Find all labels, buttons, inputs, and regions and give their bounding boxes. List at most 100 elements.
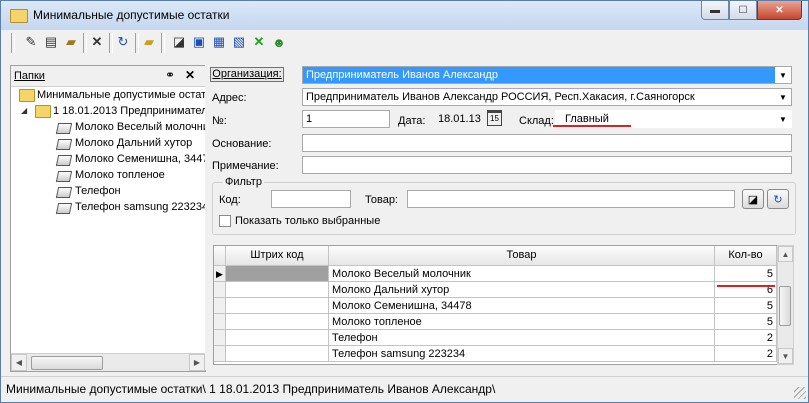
folders-title: Папки [14, 70, 45, 82]
minimize-button[interactable]: ▬ [701, 1, 729, 20]
status-bar: Минимальные допустимые остатки\ 1 18.01.… [1, 376, 808, 401]
scroll-up-icon[interactable]: ▲ [778, 246, 793, 262]
folders-panel: Папки ⚭ ✕ Минимальные допустимые остатки… [10, 65, 206, 372]
grid-cell-barcode[interactable] [226, 266, 329, 282]
product-icon [55, 187, 73, 198]
folders-tree: Минимальные допустимые остатки ◢ 1 18.01.2… [11, 88, 205, 348]
scroll-thumb[interactable] [31, 356, 103, 370]
note-input[interactable] [302, 156, 792, 174]
toolbar-separator [83, 33, 87, 53]
number-input[interactable]: 1 [302, 110, 390, 128]
row-indicator [214, 298, 226, 314]
date-value[interactable]: 18.01.13 [438, 113, 481, 125]
grid-cell-product[interactable]: Молоко топленое [329, 314, 715, 330]
grid-header-qty[interactable]: Кол-во [715, 246, 777, 266]
eraser-icon[interactable]: ◪ [171, 34, 187, 50]
copy-tree-icon[interactable]: ▣ [191, 34, 207, 50]
grid-cell-qty[interactable]: 5 [715, 298, 777, 314]
folder-icon [10, 9, 28, 23]
grid-cell-product[interactable]: Телефон samsung 223234 [329, 346, 715, 362]
refresh-icon[interactable]: ↻ [115, 34, 131, 50]
folders-header: Папки ⚭ ✕ [11, 66, 205, 87]
mark-icon[interactable]: ✕ [251, 34, 267, 50]
main-window: Минимальные допустимые остатки ▬ ☐ ✕ ✎ ▤… [0, 0, 809, 403]
move-icon[interactable]: ▦ [211, 34, 227, 50]
grid-cell-product[interactable]: Молоко Семенишна, 34478 [329, 298, 715, 314]
product-icon [55, 171, 73, 182]
folder-icon [19, 89, 35, 102]
apply-filter-button[interactable]: ↻ [767, 189, 789, 209]
chevron-down-icon[interactable]: ▼ [775, 89, 791, 105]
toolbar: ✎ ▤ ▰ ✕ ↻ ▰ ◪ ▣ ▦ ▧ ✕ ☻ [9, 31, 799, 57]
folder-icon[interactable]: ▰ [141, 34, 157, 50]
grid-cell-product[interactable]: Молоко Веселый молочник [329, 266, 715, 282]
grid-cell-barcode[interactable] [226, 346, 329, 362]
row-indicator [214, 282, 226, 298]
paste-icon[interactable]: ▧ [231, 34, 247, 50]
basis-input[interactable] [302, 134, 792, 152]
calendar-icon[interactable]: 15 [487, 110, 502, 126]
grid-cell-product[interactable]: Молоко Дальний хутор [329, 282, 715, 298]
date-label: Дата: [398, 115, 426, 127]
person-icon[interactable]: ☻ [271, 34, 287, 50]
delete-icon[interactable]: ✕ [89, 34, 105, 50]
grid-header-barcode[interactable]: Штрих код [226, 246, 329, 266]
tree-item-label: Молоко Веселый молочник [75, 121, 205, 133]
document-icon[interactable]: ▤ [43, 34, 59, 50]
filter-legend: Фильтр [223, 176, 264, 188]
organization-combo[interactable]: Предприниматель Иванов Александр ▼ [302, 66, 792, 84]
filter-code-input[interactable] [271, 190, 351, 208]
panel-splitter[interactable] [205, 65, 209, 370]
grid-header-product[interactable]: Товар [329, 246, 715, 266]
grid-cell-qty[interactable]: 5 [715, 266, 777, 282]
tree-item-label: Молоко топленое [75, 169, 165, 181]
grid-cell-qty[interactable]: 5 [715, 314, 777, 330]
row-indicator [214, 330, 226, 346]
binoculars-icon[interactable]: ⚭ [165, 68, 175, 82]
horizontal-scrollbar[interactable]: ◀ ▶ [11, 353, 205, 371]
chevron-down-icon[interactable]: ▼ [775, 67, 791, 83]
title-bar[interactable]: Минимальные допустимые остатки ▬ ☐ ✕ [1, 1, 808, 30]
show-selected-checkbox[interactable] [219, 215, 231, 227]
filter-product-input[interactable] [407, 190, 735, 208]
address-value: Предприниматель Иванов Александр РОССИЯ,… [306, 91, 695, 103]
resize-grip[interactable] [794, 387, 806, 399]
maximize-button[interactable]: ☐ [729, 1, 757, 20]
scroll-down-icon[interactable]: ▼ [778, 348, 793, 364]
organization-button[interactable]: Организация: [210, 67, 284, 82]
open-folder-icon[interactable]: ▰ [63, 34, 79, 50]
grid-indicator-header [214, 246, 226, 266]
toolbar-separator [161, 33, 165, 53]
eraser-icon: ◪ [747, 193, 759, 206]
grid-cell-barcode[interactable] [226, 282, 329, 298]
close-button[interactable]: ✕ [757, 1, 802, 20]
row-indicator: ▶ [214, 266, 226, 282]
scroll-right-icon[interactable]: ▶ [189, 354, 205, 371]
address-combo[interactable]: Предприниматель Иванов Александр РОССИЯ,… [302, 88, 792, 106]
basis-label: Основание: [212, 138, 272, 150]
vertical-scrollbar[interactable]: ▲ ▼ [777, 245, 794, 365]
expand-arrow-icon[interactable]: ◢ [21, 106, 27, 115]
scroll-thumb[interactable] [779, 286, 791, 326]
product-icon [55, 123, 73, 134]
grid-cell-product[interactable]: Телефон [329, 330, 715, 346]
grid-cell-barcode[interactable] [226, 330, 329, 346]
clear-filter-button[interactable]: ◪ [742, 189, 764, 209]
filter-product-label: Товар: [365, 194, 398, 206]
grid-cell-qty[interactable]: 2 [715, 346, 777, 362]
tree-item-label: Молоко Дальний хутор [75, 137, 193, 149]
scroll-left-icon[interactable]: ◀ [11, 354, 27, 371]
warehouse-label: Склад: [519, 115, 554, 127]
folder-icon [35, 105, 51, 118]
row-indicator [214, 314, 226, 330]
grid-cell-barcode[interactable] [226, 314, 329, 330]
grid-cell-qty[interactable]: 2 [715, 330, 777, 346]
grid-cell-barcode[interactable] [226, 298, 329, 314]
edit-icon[interactable]: ✎ [23, 34, 39, 50]
tree-item-label: 1 18.01.2013 Предприниматель Иванов Алек… [53, 105, 205, 117]
annotation-underline [717, 285, 775, 287]
product-icon [55, 203, 73, 214]
close-panel-icon[interactable]: ✕ [185, 68, 195, 82]
chevron-down-icon[interactable]: ▼ [775, 111, 791, 127]
document-form: Организация: Предприниматель Иванов Алек… [210, 65, 798, 370]
